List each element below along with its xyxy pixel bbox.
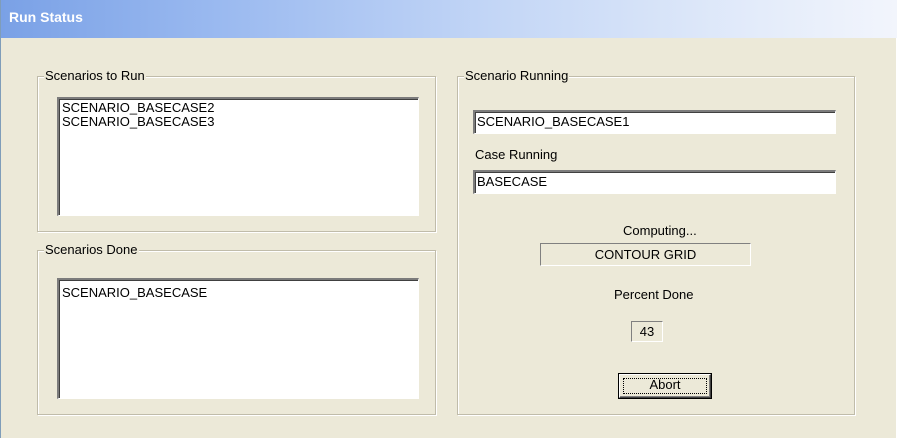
scenarios-done-list[interactable]: SCENARIO_BASECASE [57, 278, 419, 399]
scenario-running-field[interactable]: SCENARIO_BASECASE1 [473, 110, 836, 134]
list-item[interactable]: SCENARIO_BASECASE [62, 286, 415, 300]
scenarios-to-run-label: Scenarios to Run [44, 68, 146, 84]
computing-label: Computing... [623, 223, 697, 238]
percent-done-value: 43 [631, 321, 663, 342]
focus-rect [623, 378, 707, 394]
computing-status: CONTOUR GRID [540, 243, 751, 266]
scenarios-to-run-group: Scenarios to Run SCENARIO_BASECASE2 SCEN… [37, 68, 436, 232]
percent-done-label: Percent Done [614, 287, 694, 302]
window-title: Run Status [9, 9, 83, 25]
scenarios-done-group: Scenarios Done SCENARIO_BASECASE [37, 242, 436, 415]
scenario-running-group: Scenario Running SCENARIO_BASECASE1 Case… [457, 68, 855, 415]
abort-button[interactable]: Abort [619, 374, 711, 398]
scenarios-to-run-list[interactable]: SCENARIO_BASECASE2 SCENARIO_BASECASE3 [57, 97, 419, 216]
scenario-running-label: Scenario Running [464, 68, 570, 84]
case-running-label: Case Running [475, 147, 558, 162]
list-item[interactable]: SCENARIO_BASECASE3 [62, 115, 415, 129]
scenarios-done-label: Scenarios Done [44, 242, 139, 258]
case-running-field[interactable]: BASECASE [473, 170, 836, 194]
run-status-window: Run Status Scenarios to Run SCENARIO_BAS… [0, 0, 897, 438]
list-item[interactable]: SCENARIO_BASECASE2 [62, 101, 415, 115]
title-bar[interactable]: Run Status [1, 0, 897, 38]
